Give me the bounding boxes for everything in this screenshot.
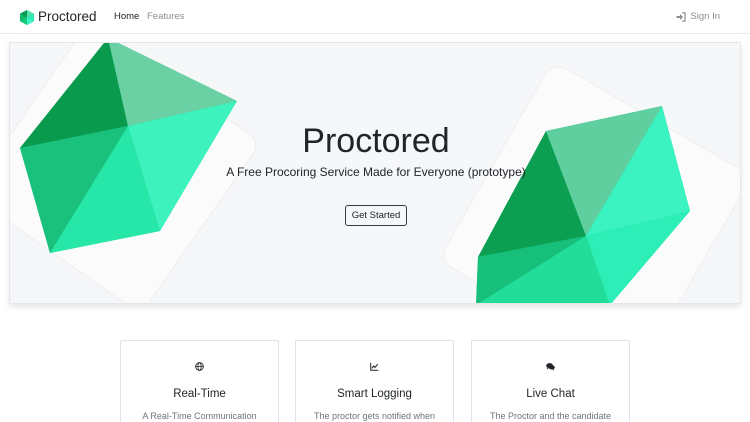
feature-text: The proctor gets notified when xyxy=(313,411,436,421)
feature-text: The Proctor and the candidate xyxy=(489,411,612,421)
sign-in-label: Sign In xyxy=(690,11,720,22)
sign-in-icon xyxy=(676,12,687,22)
feature-title: Live Chat xyxy=(526,388,575,400)
sign-in-link[interactable]: Sign In xyxy=(676,11,720,23)
feature-title: Smart Logging xyxy=(337,388,412,400)
feature-card-real-time: Real-Time A Real-Time Communication xyxy=(120,340,279,422)
hero-title: Proctored xyxy=(302,122,450,160)
hero-section: Proctored A Free Procoring Service Made … xyxy=(9,42,741,304)
hero-subtitle: A Free Procoring Service Made for Everyo… xyxy=(226,165,526,179)
feature-card-live-chat: Live Chat The Proctor and the candidate xyxy=(471,340,630,422)
nav-link-home[interactable]: Home xyxy=(114,11,139,23)
feature-card-smart-logging: Smart Logging The proctor gets notified … xyxy=(295,340,454,422)
get-started-button[interactable]: Get Started xyxy=(345,205,407,226)
feature-text: A Real-Time Communication xyxy=(142,411,257,421)
feature-title: Real-Time xyxy=(173,388,226,400)
navbar: Proctored Home Features Sign In xyxy=(0,0,750,34)
chart-icon xyxy=(370,362,379,371)
globe-icon xyxy=(195,362,204,371)
brand-name: Proctored xyxy=(38,9,97,24)
nav-link-features[interactable]: Features xyxy=(147,11,185,23)
comments-icon xyxy=(546,363,555,371)
brand-link[interactable]: Proctored xyxy=(20,9,97,25)
brand-logo-icon xyxy=(20,9,34,25)
